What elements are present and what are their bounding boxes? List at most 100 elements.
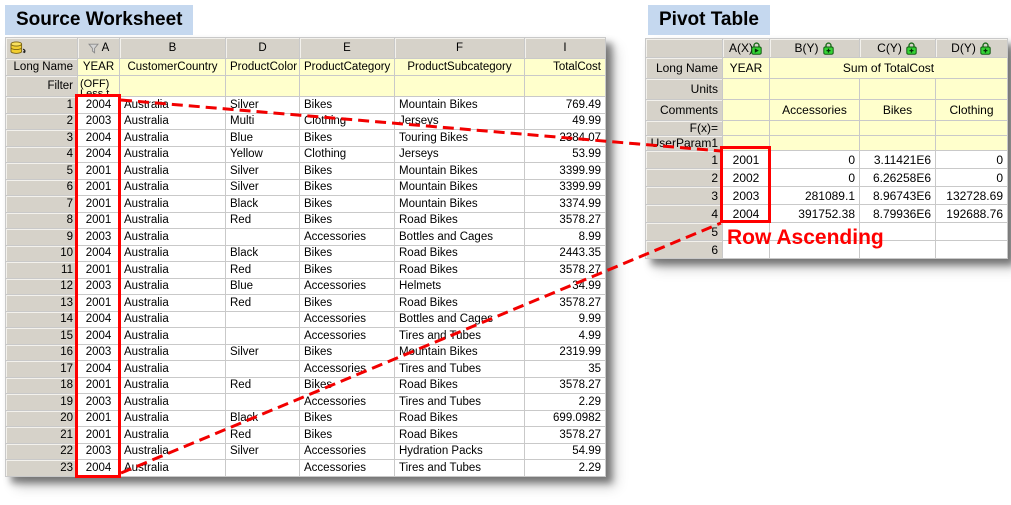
data-cell[interactable]: Black <box>226 410 300 427</box>
data-cell[interactable]: 2004 <box>78 361 120 378</box>
row-number-cell[interactable]: 10 <box>6 245 78 262</box>
row-number-cell[interactable]: 9 <box>6 229 78 246</box>
long-name-cell[interactable]: YEAR <box>78 59 120 76</box>
data-cell[interactable]: Silver <box>226 97 300 114</box>
pivot-column-header-CY[interactable]: C(Y) <box>860 39 936 58</box>
userparam-cell[interactable] <box>860 136 936 151</box>
data-cell[interactable]: 54.99 <box>525 443 606 460</box>
row-number-cell[interactable]: 19 <box>6 394 78 411</box>
row-number-cell[interactable]: 11 <box>6 262 78 279</box>
data-cell[interactable]: 3578.27 <box>525 212 606 229</box>
data-cell[interactable]: Australia <box>120 97 226 114</box>
data-cell[interactable]: Accessories <box>300 361 395 378</box>
long-name-cell[interactable]: YEAR <box>723 58 770 79</box>
data-cell[interactable]: 2.29 <box>525 460 606 477</box>
comments-cell[interactable]: Accessories <box>770 100 860 121</box>
data-cell[interactable]: Australia <box>120 443 226 460</box>
data-cell[interactable]: Bikes <box>300 410 395 427</box>
data-cell[interactable]: 2003 <box>78 394 120 411</box>
data-cell[interactable]: Australia <box>120 278 226 295</box>
data-cell[interactable]: Australia <box>120 328 226 345</box>
units-cell[interactable] <box>770 79 860 100</box>
data-cell[interactable]: 2001 <box>78 212 120 229</box>
filter-cell[interactable] <box>300 76 395 97</box>
data-cell[interactable]: 0 <box>936 151 1008 169</box>
data-cell[interactable]: Accessories <box>300 311 395 328</box>
data-cell[interactable]: Bikes <box>300 130 395 147</box>
data-cell[interactable]: Road Bikes <box>395 262 525 279</box>
pivot-column-header-AX[interactable]: A(X) <box>723 39 770 58</box>
data-cell[interactable]: 2003 <box>78 344 120 361</box>
row-number-cell[interactable]: 1 <box>6 97 78 114</box>
long-name-merged-cell[interactable]: Sum of TotalCost <box>770 58 1008 79</box>
userparam-row-label[interactable]: UserParam1 <box>646 136 723 151</box>
data-cell[interactable]: Jerseys <box>395 146 525 163</box>
pivot-column-header-BY[interactable]: B(Y) <box>770 39 860 58</box>
row-number-cell[interactable]: 4 <box>6 146 78 163</box>
data-cell[interactable]: Accessories <box>300 328 395 345</box>
row-number-cell[interactable]: 16 <box>6 344 78 361</box>
column-header-F[interactable]: F <box>395 38 525 59</box>
data-cell[interactable]: 2003 <box>723 187 770 205</box>
data-cell[interactable]: Bikes <box>300 163 395 180</box>
data-cell[interactable]: Australia <box>120 344 226 361</box>
row-number-cell[interactable]: 18 <box>6 377 78 394</box>
data-cell[interactable]: 2003 <box>78 229 120 246</box>
comments-row-label[interactable]: Comments <box>646 100 723 121</box>
data-cell[interactable]: 9.99 <box>525 311 606 328</box>
data-cell[interactable]: 2004 <box>78 146 120 163</box>
data-cell[interactable]: Accessories <box>300 460 395 477</box>
comments-cell[interactable] <box>723 100 770 121</box>
data-cell[interactable]: 3578.27 <box>525 295 606 312</box>
column-header-B[interactable]: B <box>120 38 226 59</box>
data-cell[interactable]: Road Bikes <box>395 427 525 444</box>
data-cell[interactable]: Red <box>226 295 300 312</box>
data-cell[interactable]: 0 <box>770 169 860 187</box>
row-number-cell[interactable]: 3 <box>6 130 78 147</box>
row-number-cell[interactable]: 2 <box>646 169 723 187</box>
data-cell[interactable]: Silver <box>226 344 300 361</box>
units-cell[interactable] <box>936 79 1008 100</box>
row-number-cell[interactable]: 22 <box>6 443 78 460</box>
data-cell[interactable]: 2003 <box>78 278 120 295</box>
data-cell[interactable]: 2001 <box>78 410 120 427</box>
data-cell[interactable]: Blue <box>226 130 300 147</box>
row-number-cell[interactable]: 4 <box>646 205 723 223</box>
data-cell[interactable]: 2003 <box>78 113 120 130</box>
data-cell[interactable]: Mountain Bikes <box>395 196 525 213</box>
long-name-cell[interactable]: TotalCost <box>525 59 606 76</box>
data-cell[interactable]: Australia <box>120 262 226 279</box>
data-cell[interactable]: Australia <box>120 361 226 378</box>
data-cell[interactable]: 8.79936E6 <box>860 205 936 223</box>
data-cell[interactable]: Hydration Packs <box>395 443 525 460</box>
data-cell[interactable]: 2001 <box>78 377 120 394</box>
data-cell[interactable]: Australia <box>120 427 226 444</box>
data-cell[interactable]: Bikes <box>300 212 395 229</box>
data-cell[interactable]: Red <box>226 377 300 394</box>
data-cell[interactable]: 3399.99 <box>525 179 606 196</box>
filter-cell[interactable] <box>120 76 226 97</box>
data-cell[interactable]: 2004 <box>78 130 120 147</box>
units-row-label[interactable]: Units <box>646 79 723 100</box>
data-cell[interactable] <box>226 328 300 345</box>
fx-cell[interactable] <box>723 121 770 136</box>
data-cell[interactable]: 2004 <box>78 311 120 328</box>
data-cell[interactable]: 2001 <box>723 151 770 169</box>
row-number-cell[interactable]: 6 <box>646 241 723 259</box>
comments-cell[interactable]: Clothing <box>936 100 1008 121</box>
pivot-column-header-DY[interactable]: D(Y) <box>936 39 1008 58</box>
data-cell[interactable]: 2002 <box>723 169 770 187</box>
row-number-cell[interactable]: 6 <box>6 179 78 196</box>
row-number-cell[interactable]: 15 <box>6 328 78 345</box>
data-cell[interactable]: Mountain Bikes <box>395 97 525 114</box>
data-cell[interactable]: Australia <box>120 394 226 411</box>
data-cell[interactable]: 3.11421E6 <box>860 151 936 169</box>
data-cell[interactable]: Accessories <box>300 229 395 246</box>
data-cell[interactable]: 34.99 <box>525 278 606 295</box>
row-number-cell[interactable]: 20 <box>6 410 78 427</box>
data-cell[interactable]: Australia <box>120 245 226 262</box>
data-cell[interactable]: 2004 <box>78 328 120 345</box>
data-cell[interactable]: Mountain Bikes <box>395 179 525 196</box>
data-cell[interactable]: Silver <box>226 179 300 196</box>
data-cell[interactable]: Multi <box>226 113 300 130</box>
